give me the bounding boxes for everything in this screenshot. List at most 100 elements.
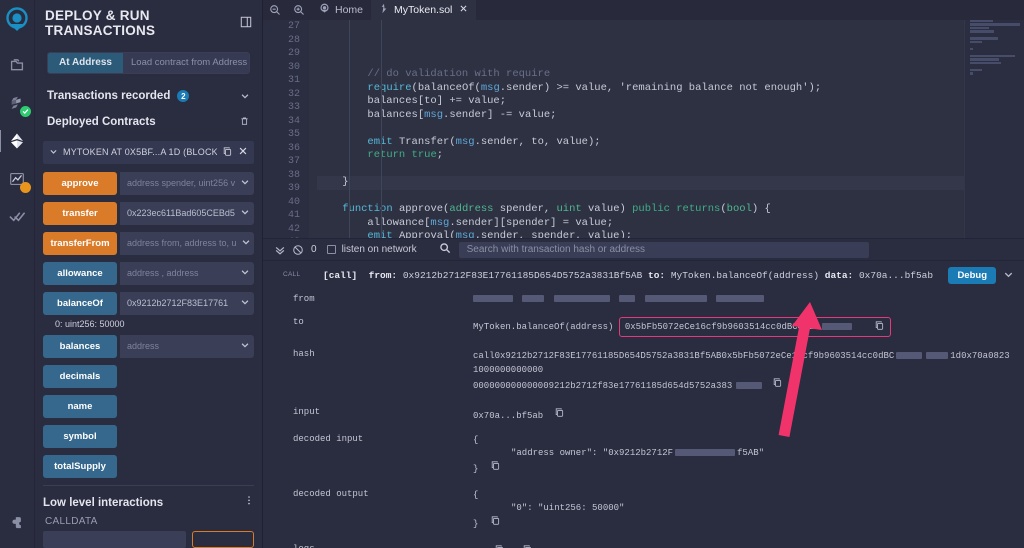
- minimap-line: [970, 40, 983, 44]
- code-line[interactable]: balances[msg.sender] -= value;: [317, 109, 1024, 123]
- line-number: 42: [287, 223, 300, 235]
- transfer-button[interactable]: transfer: [43, 201, 117, 225]
- code-line[interactable]: return true;: [317, 149, 1024, 163]
- to-address-highlight[interactable]: 0x5bFb5072eCe16cf9b9603514cc0dBC03db: [618, 317, 892, 337]
- allowance-button[interactable]: allowance: [43, 261, 117, 285]
- transfer-input[interactable]: 0x223ec611Bad605CEBd5: [120, 201, 254, 225]
- debug-button[interactable]: Debug: [948, 267, 996, 284]
- load-contract-address-input[interactable]: Load contract from Address: [123, 53, 249, 73]
- line-number: 36: [287, 142, 300, 154]
- file-explorer-icon[interactable]: [2, 48, 32, 82]
- function-row-allowance: allowance address , address: [43, 261, 254, 285]
- copy-icon[interactable]: [554, 407, 565, 421]
- chevron-down-icon[interactable]: [236, 297, 250, 309]
- function-row-balances: balances address: [43, 334, 254, 358]
- at-address-button[interactable]: At Address: [48, 53, 123, 73]
- balanceof-button[interactable]: balanceOf: [43, 291, 117, 315]
- calldata-row: [35, 531, 262, 548]
- info-icon[interactable]: [244, 495, 254, 510]
- code-editor[interactable]: 27 28 29 30 31 32 33 34 35 36 37 38 39 40 41 4243 // do…: [263, 20, 1024, 238]
- close-icon[interactable]: [238, 146, 248, 158]
- transferfrom-button[interactable]: transferFrom: [43, 231, 117, 255]
- symbol-button[interactable]: symbol: [43, 424, 117, 448]
- solidity-compiler-icon[interactable]: [2, 86, 32, 120]
- copy-icon[interactable]: [874, 320, 885, 334]
- function-row-decimals: decimals: [43, 364, 254, 388]
- clear-console-icon[interactable]: [289, 244, 307, 256]
- panel-layout-icon[interactable]: [240, 16, 252, 31]
- code-line[interactable]: // do validation with require: [317, 68, 1024, 82]
- search-icon[interactable]: [439, 242, 451, 257]
- tab-mytoken-sol[interactable]: MyToken.sol: [371, 0, 477, 20]
- calldata-input[interactable]: [43, 531, 186, 548]
- copy-icon[interactable]: [490, 515, 501, 531]
- name-button[interactable]: name: [43, 394, 117, 418]
- totalsupply-button[interactable]: totalSupply: [43, 454, 117, 478]
- decimals-button[interactable]: decimals: [43, 364, 117, 388]
- copy-icon[interactable]: [494, 544, 505, 548]
- editor-minimap[interactable]: [964, 20, 1024, 238]
- pending-transaction-count: 0: [311, 244, 317, 255]
- chevron-down-icon[interactable]: [1003, 269, 1014, 283]
- code-line[interactable]: require(balanceOf(msg.sender) >= value, …: [317, 82, 1024, 96]
- balances-button[interactable]: balances: [43, 334, 117, 358]
- detail-row-hash: hash call0x9212b2712F83E17761185D654D575…: [263, 347, 1024, 395]
- code-line[interactable]: }: [317, 176, 1024, 190]
- copy-icon[interactable]: [772, 377, 783, 393]
- line-number: 32: [287, 88, 300, 100]
- remix-logo[interactable]: [2, 4, 32, 36]
- deployed-contract-instance[interactable]: MYTOKEN AT 0X5BF...A 1D (BLOCK: [43, 140, 254, 164]
- at-address-row: At Address Load contract from Address: [47, 52, 250, 74]
- tab-home[interactable]: Home: [311, 0, 371, 20]
- terminal-call-header[interactable]: CALL [call] from: 0x9212b2712F83E1776118…: [263, 265, 1024, 286]
- function-row-totalsupply: totalSupply: [43, 454, 254, 478]
- plugin-manager-icon[interactable]: [2, 506, 32, 540]
- approve-input[interactable]: address spender, uint256 v: [120, 171, 254, 195]
- copy-icon[interactable]: [490, 460, 501, 476]
- minimap-line: [970, 58, 1000, 61]
- code-line[interactable]: emit Transfer(msg.sender, to, value);: [317, 136, 1024, 150]
- chevron-down-icon[interactable]: [236, 340, 250, 352]
- balanceof-input[interactable]: 0x9212b2712F83E17761: [120, 291, 254, 315]
- line-number: 30: [287, 61, 300, 73]
- page-title: DEPLOY & RUN TRANSACTIONS: [45, 8, 156, 38]
- chevron-down-icon[interactable]: [236, 207, 250, 219]
- copy-icon[interactable]: [222, 146, 233, 159]
- detail-value-input: 0x70a...bf5ab: [473, 407, 1014, 421]
- transactions-recorded-row[interactable]: Transactions recorded 2: [35, 84, 262, 110]
- code-line[interactable]: [317, 163, 1024, 177]
- code-line[interactable]: allowance[msg.sender][spender] = value;: [317, 217, 1024, 231]
- chevron-down-icon[interactable]: [236, 177, 250, 189]
- code-line[interactable]: function approve(address spender, uint v…: [317, 203, 1024, 217]
- editor-code[interactable]: // do validation with require require(ba…: [309, 20, 1024, 238]
- low-level-interactions-label: Low level interactions: [43, 496, 164, 509]
- chevron-down-icon[interactable]: [49, 147, 58, 158]
- close-icon[interactable]: [459, 4, 468, 16]
- balances-input[interactable]: address: [120, 334, 254, 358]
- allowance-input[interactable]: address , address: [120, 261, 254, 285]
- code-line[interactable]: [317, 190, 1024, 204]
- chevron-down-icon[interactable]: [237, 237, 251, 249]
- balanceof-input-value: 0x9212b2712F83E17761: [127, 298, 229, 309]
- unit-testing-icon[interactable]: [2, 200, 32, 234]
- transferfrom-input-placeholder: address from, address to, u: [127, 238, 237, 249]
- code-line[interactable]: [317, 122, 1024, 136]
- trash-icon[interactable]: [239, 116, 250, 127]
- chevrons-down-icon[interactable]: [271, 244, 289, 256]
- listen-on-network-checkbox[interactable]: [326, 245, 336, 254]
- code-line[interactable]: emit Approval(msg.sender, spender, value…: [317, 230, 1024, 238]
- function-row-name: name: [43, 394, 254, 418]
- search-input[interactable]: Search with transaction hash or address: [458, 241, 869, 258]
- transferfrom-input[interactable]: address from, address to, u: [120, 231, 254, 255]
- debugger-icon[interactable]: [2, 162, 32, 196]
- transact-button[interactable]: [192, 531, 254, 548]
- approve-button[interactable]: approve: [43, 171, 117, 195]
- zoom-in-icon[interactable]: [287, 0, 311, 20]
- chevron-down-icon[interactable]: [240, 91, 250, 101]
- minimap-line: [970, 61, 1001, 65]
- sidebar-item-deploy-run[interactable]: [0, 124, 32, 158]
- zoom-out-icon[interactable]: [263, 0, 287, 20]
- copy-icon[interactable]: [522, 544, 533, 548]
- chevron-down-icon[interactable]: [236, 267, 250, 279]
- code-line[interactable]: balances[to] += value;: [317, 95, 1024, 109]
